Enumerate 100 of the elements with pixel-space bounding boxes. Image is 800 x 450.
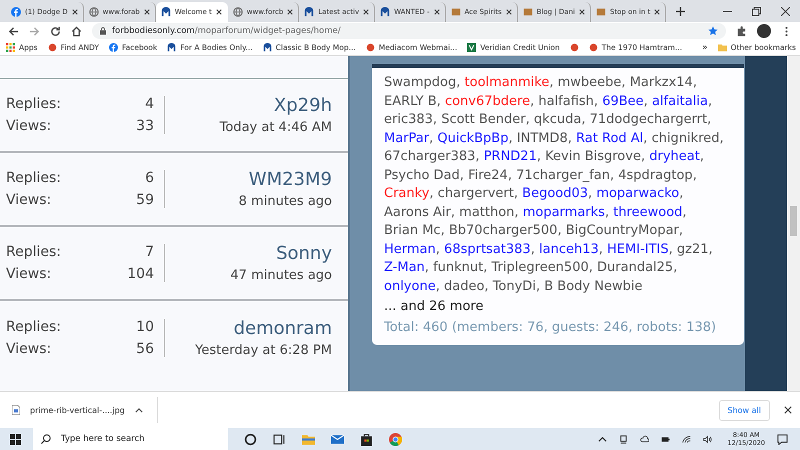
task-view-icon[interactable] <box>273 432 286 446</box>
member-name[interactable]: BigCountryMopar <box>566 223 679 238</box>
member-name[interactable]: Triplegreen500 <box>492 260 589 275</box>
comma: , <box>432 112 438 127</box>
back-icon[interactable] <box>8 26 19 36</box>
puzzle-icon[interactable] <box>736 26 747 36</box>
member-name[interactable]: HEMI-ITIS <box>607 242 669 256</box>
member-name[interactable]: lanceh13 <box>539 242 599 256</box>
new-tab-icon[interactable] <box>676 7 686 16</box>
more-members-link[interactable]: ... and 26 more <box>384 298 734 316</box>
last-poster-link[interactable]: Xp29h <box>274 95 332 116</box>
member-name[interactable]: Aarons Air <box>384 204 451 220</box>
member-name[interactable]: Begood03 <box>522 186 588 201</box>
member-name[interactable]: toolmanmike <box>464 75 550 90</box>
restore-icon[interactable] <box>752 7 761 16</box>
star-icon[interactable] <box>708 26 718 36</box>
wifi-icon[interactable] <box>682 434 691 444</box>
close-icon[interactable] <box>363 9 370 15</box>
windows-start-icon[interactable] <box>10 434 21 444</box>
chrome-icon[interactable] <box>389 432 402 446</box>
member-name[interactable]: EARLY B <box>384 94 437 108</box>
cloud-icon[interactable] <box>640 434 649 444</box>
member-name[interactable]: Cranky <box>384 186 430 201</box>
caret-icon[interactable] <box>134 408 143 412</box>
close-icon[interactable] <box>506 9 512 15</box>
battery-icon[interactable] <box>660 434 670 444</box>
member-name[interactable]: eric383 <box>384 112 433 127</box>
site-icon <box>48 43 57 52</box>
member-name[interactable]: moparwacko <box>596 186 680 201</box>
scrollbar[interactable] <box>787 56 800 391</box>
member-name[interactable]: moparmarks <box>522 204 605 220</box>
close-icon[interactable] <box>144 9 150 15</box>
last-poster-link[interactable]: WM23M9 <box>248 169 332 190</box>
member-name[interactable]: 67charger383 <box>384 149 476 164</box>
member-name[interactable]: B Body Newbie <box>544 278 642 294</box>
member-name[interactable]: 71dodgechargerrt <box>590 112 708 127</box>
folder-icon[interactable] <box>302 432 315 446</box>
member-name[interactable]: TonyDi <box>492 278 536 294</box>
views-label: Views: <box>6 118 52 134</box>
member-name[interactable]: Bb70charger500 <box>448 223 558 238</box>
close-icon[interactable] <box>434 9 440 15</box>
member-name[interactable]: Herman <box>384 242 436 256</box>
member-name[interactable]: Kevin Bisgrove <box>545 149 641 164</box>
member-name[interactable]: Swampdog <box>384 75 456 90</box>
show-all-button[interactable]: Show all <box>718 400 770 420</box>
meet-icon[interactable] <box>618 434 628 444</box>
download-item[interactable]: prime-rib-vertical-....jpg <box>12 397 158 423</box>
member-name[interactable]: 69Bee <box>602 94 644 108</box>
member-name[interactable]: chargervert <box>438 186 514 201</box>
member-name[interactable]: Durandal25 <box>597 260 674 275</box>
close-icon[interactable] <box>72 9 78 15</box>
member-name[interactable]: Brian Mc <box>384 223 441 238</box>
chevron-up-icon[interactable] <box>598 434 607 444</box>
member-name[interactable]: conv67bdere <box>444 94 530 108</box>
member-name[interactable]: dadeo <box>444 278 484 294</box>
reload-icon[interactable] <box>50 26 61 36</box>
close-icon[interactable] <box>654 9 660 15</box>
address-bar[interactable]: forbbodiesonly.com/moparforum/widget-pages/home/ <box>92 23 726 39</box>
member-name[interactable]: INTMD8 <box>516 130 568 146</box>
mail-icon[interactable] <box>331 432 344 446</box>
home-icon[interactable] <box>71 26 82 36</box>
member-name[interactable]: Psycho Dad <box>384 168 460 182</box>
close-icon[interactable] <box>287 9 294 15</box>
member-name[interactable]: 68sprtsat383 <box>444 242 531 256</box>
member-name[interactable]: dryheat <box>649 149 700 164</box>
member-name[interactable]: mwbeebe <box>558 75 622 90</box>
member-name[interactable]: MarPar <box>384 130 430 146</box>
taskbar-search-field[interactable]: Type here to search <box>33 428 228 450</box>
member-name[interactable]: matthon <box>459 204 514 220</box>
member-name[interactable]: 4spdragtop <box>618 168 693 182</box>
member-name[interactable]: funknut <box>433 260 484 275</box>
member-name[interactable]: halfafish <box>538 94 594 108</box>
last-poster-link[interactable]: demonram <box>234 318 332 339</box>
shopping-bag-icon[interactable] <box>360 432 373 446</box>
member-name[interactable]: PRND21 <box>484 149 537 164</box>
member-name[interactable]: QuickBpBp <box>437 130 508 146</box>
member-name[interactable]: gz21 <box>676 242 709 256</box>
notification-icon[interactable] <box>777 434 788 444</box>
member-name[interactable]: qkcuda <box>534 112 582 127</box>
member-name[interactable]: chignikred <box>652 130 720 146</box>
member-name[interactable]: 71charger_fan <box>516 168 610 182</box>
profile-avatar-icon[interactable] <box>757 24 771 38</box>
member-name[interactable]: Fire24 <box>468 168 508 182</box>
speaker-icon[interactable] <box>702 434 712 444</box>
member-name[interactable]: Rat Rod Al <box>576 130 644 146</box>
last-poster-link[interactable]: Sonny <box>276 243 332 264</box>
bookmark[interactable] <box>570 43 579 52</box>
member-name[interactable]: threewood <box>613 204 682 220</box>
close-icon[interactable] <box>578 9 585 15</box>
close-icon[interactable] <box>784 406 792 414</box>
member-name[interactable]: alfaitalia <box>652 94 708 108</box>
more-bookmarks-button[interactable]: » <box>702 42 708 52</box>
member-name[interactable]: Z-Man <box>384 260 425 275</box>
member-name[interactable]: onlyone <box>384 278 436 294</box>
search-input[interactable]: Type here to search <box>59 433 213 445</box>
cortana-circle-icon[interactable] <box>244 432 257 446</box>
member-name[interactable]: Markzx14 <box>630 75 693 90</box>
close-icon[interactable] <box>216 9 222 15</box>
member-name[interactable]: Scott Bender <box>441 112 526 127</box>
close-icon[interactable] <box>781 7 790 16</box>
